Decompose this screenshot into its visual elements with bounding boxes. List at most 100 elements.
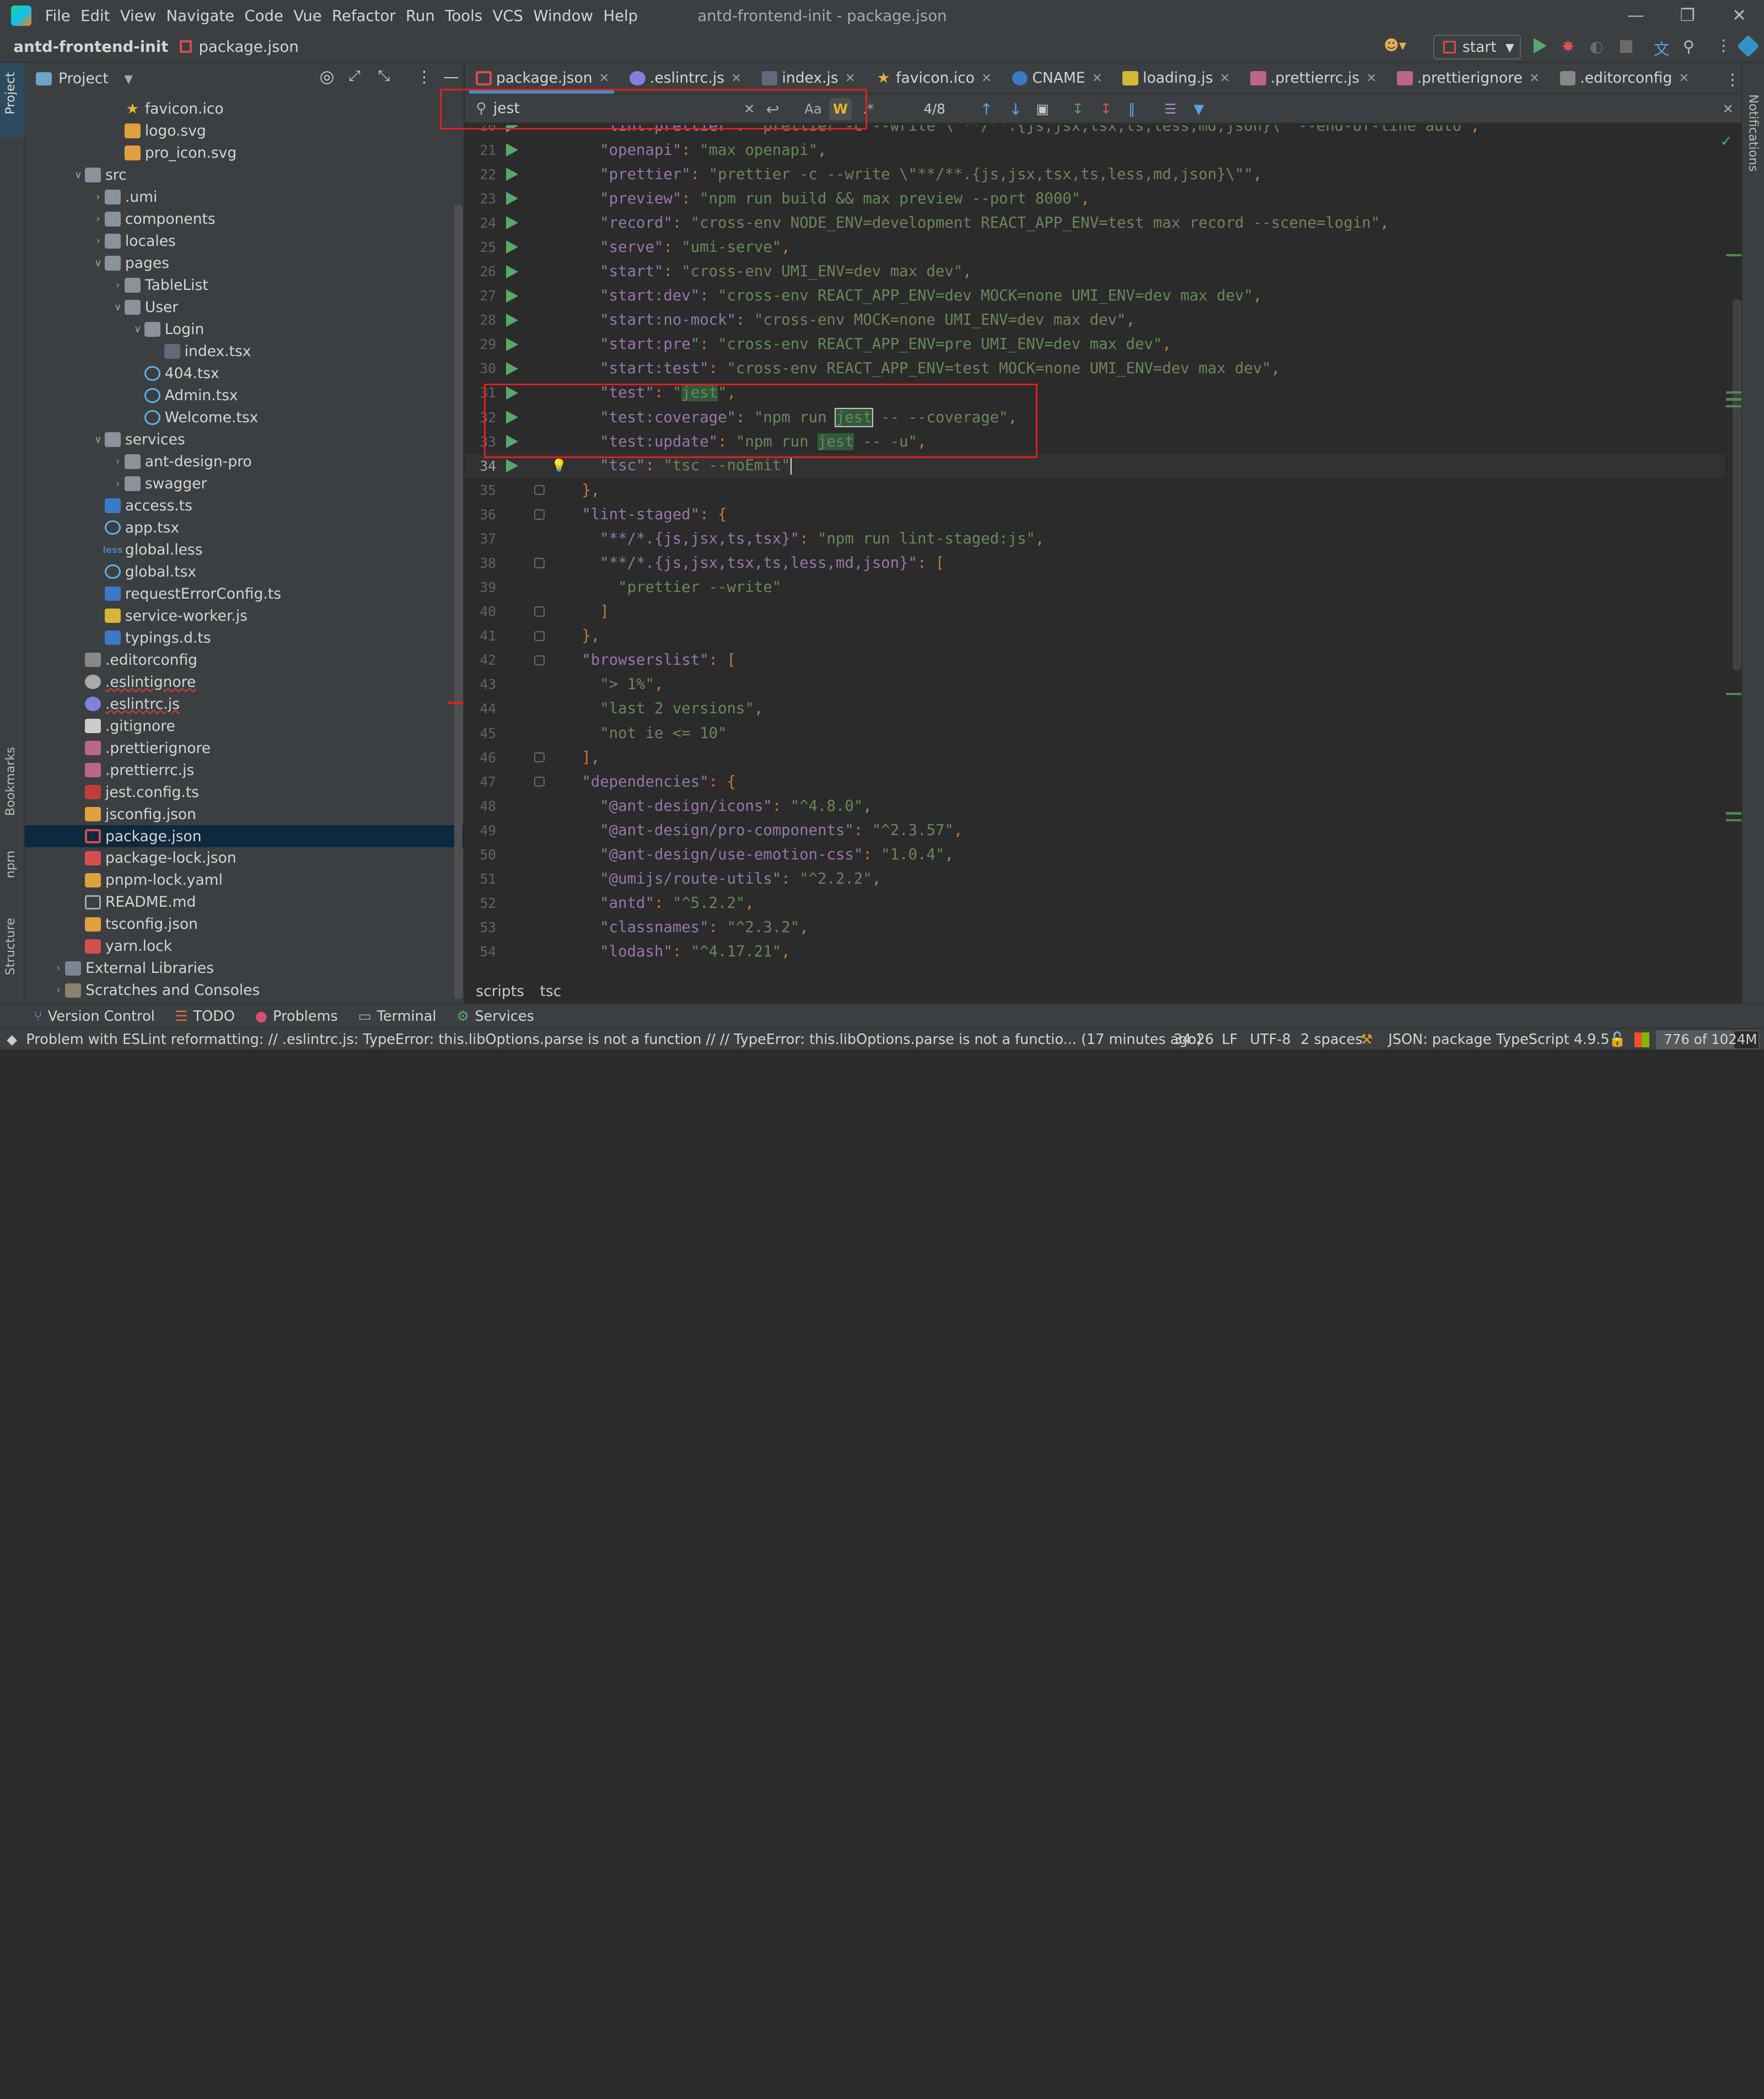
code-line[interactable]: 50 "@ant-design/use-emotion-css": "1.0.4… <box>465 843 1725 867</box>
match-marker[interactable] <box>1725 693 1742 696</box>
code-line[interactable]: 38 "**/*.{js,jsx,tsx,ts,less,md,json}": … <box>465 551 1725 575</box>
code-line[interactable]: 51 "@umijs/route-utils": "^2.2.2", <box>465 867 1725 891</box>
tree-item[interactable]: .prettierrc.js <box>25 759 464 781</box>
hide-panel-icon[interactable]: — <box>443 67 459 86</box>
minimize-icon[interactable]: — <box>1610 0 1661 31</box>
fold-marker-icon[interactable] <box>534 752 545 763</box>
debug-icon[interactable]: ✸ <box>1562 37 1575 56</box>
collapse-all-icon[interactable]: ⤡ <box>378 67 390 85</box>
menu-item-code[interactable]: Code <box>244 7 283 25</box>
add-selection-icon[interactable]: ↧ <box>1072 98 1084 121</box>
tree-item[interactable]: pro_icon.svg <box>25 142 464 164</box>
notifications-tool-button[interactable]: Notifications <box>1746 94 1760 171</box>
tabs-options-icon[interactable]: ⋮ <box>1725 70 1741 89</box>
code-line[interactable]: 24 "record": "cross-env NODE_ENV=develop… <box>465 211 1725 235</box>
code-line[interactable]: 47 "dependencies": { <box>465 769 1725 794</box>
code-line[interactable]: 36 "lint-staged": { <box>465 502 1725 526</box>
tab-prettierrc-js[interactable]: .prettierrc.js ✕ <box>1239 62 1386 94</box>
breadcrumb-file[interactable]: package.json <box>198 38 298 56</box>
chevron-right-icon[interactable]: › <box>52 984 65 996</box>
chevron-right-icon[interactable]: › <box>52 962 65 974</box>
tree-item[interactable]: 404.tsx <box>25 362 464 384</box>
tree-item[interactable]: .editorconfig <box>25 649 464 671</box>
run-script-icon[interactable] <box>506 337 518 351</box>
previous-occurrence-icon[interactable]: ↑ <box>980 98 993 121</box>
tool-window-todo[interactable]: ☰ TODO <box>175 1008 235 1025</box>
close-tab-icon[interactable]: ✕ <box>981 71 992 85</box>
project-tool-button[interactable]: Project <box>3 72 18 115</box>
memory-indicator[interactable]: 776 of 1024M <box>1656 1030 1760 1050</box>
code-with-me-icon[interactable] <box>1737 35 1760 57</box>
code-line[interactable]: 43 "> 1%", <box>465 672 1725 697</box>
match-marker[interactable] <box>1725 819 1742 821</box>
tree-item[interactable]: .gitignore <box>25 715 464 737</box>
tree-item[interactable]: ∨ services <box>25 428 464 450</box>
fold-marker-icon[interactable] <box>534 606 545 617</box>
match-marker[interactable] <box>1725 391 1742 394</box>
chevron-down-icon[interactable]: ∨ <box>72 169 85 181</box>
menu-item-navigate[interactable]: Navigate <box>166 7 235 25</box>
tree-item[interactable]: app.tsx <box>25 516 464 539</box>
code-view[interactable]: 20 "lint:prettier": "prettier -c --write… <box>464 125 1725 977</box>
code-line[interactable]: 26 "start": "cross-env UMI_ENV=dev max d… <box>465 260 1725 284</box>
profile-icon[interactable]: ◐ <box>1590 37 1604 56</box>
tool-window-problems[interactable]: ● Problems <box>255 1008 338 1025</box>
menu-item-vue[interactable]: Vue <box>293 7 321 25</box>
tree-item[interactable]: › swagger <box>25 472 464 494</box>
line-separator[interactable]: LF <box>1222 1031 1238 1048</box>
menu-item-tools[interactable]: Tools <box>445 7 482 25</box>
run-script-icon[interactable] <box>506 168 518 181</box>
code-line[interactable]: 35 }, <box>465 478 1725 502</box>
expand-all-icon[interactable]: ⤢ <box>349 67 361 85</box>
close-tab-icon[interactable]: ✕ <box>731 71 741 85</box>
tab-loading-js[interactable]: loading.js ✕ <box>1111 62 1239 94</box>
close-tab-icon[interactable]: ✕ <box>1529 71 1540 85</box>
code-line[interactable]: 52 "antd": "^5.2.2", <box>465 891 1725 916</box>
chevron-down-icon[interactable]: ∨ <box>92 434 105 445</box>
tree-item[interactable]: › Scratches and Consoles <box>25 979 464 1002</box>
chevron-down-icon[interactable]: ∨ <box>111 302 125 313</box>
fold-marker-icon[interactable] <box>534 558 545 568</box>
close-tab-icon[interactable]: ✕ <box>599 71 610 85</box>
tree-item[interactable]: typings.d.ts <box>25 627 464 649</box>
tree-item[interactable]: global.tsx <box>25 561 464 583</box>
fold-marker-icon[interactable] <box>534 631 545 641</box>
close-tab-icon[interactable]: ✕ <box>1092 71 1102 85</box>
tab-cname[interactable]: CNAME ✕ <box>1001 62 1111 94</box>
tree-item[interactable]: › TableList <box>25 274 464 296</box>
match-marker[interactable] <box>1725 812 1742 815</box>
run-script-icon[interactable] <box>506 313 518 327</box>
tree-item[interactable]: access.ts <box>25 494 464 516</box>
code-line[interactable]: 25 "serve": "umi-serve", <box>465 235 1725 260</box>
breadcrumb-project[interactable]: antd-frontend-init <box>13 38 168 56</box>
options-icon[interactable]: ⋮ <box>416 67 432 86</box>
tree-item[interactable]: jsconfig.json <box>25 803 464 825</box>
tree-item[interactable]: › .umi <box>25 186 464 208</box>
lock-icon[interactable]: 🔓 <box>1609 1031 1626 1048</box>
editor-breadcrumb-tsc[interactable]: tsc <box>540 983 562 1000</box>
code-line[interactable]: 45 "not ie <= 10" <box>465 721 1725 745</box>
tab-favicon-ico[interactable]: ★ favicon.ico ✕ <box>864 62 1001 94</box>
code-line[interactable]: 49 "@ant-design/pro-components": "^2.3.5… <box>465 818 1725 842</box>
code-line[interactable]: 48 "@ant-design/icons": "^4.8.0", <box>465 794 1725 818</box>
indent-setting[interactable]: 2 spaces <box>1300 1031 1362 1048</box>
chevron-down-icon[interactable]: ∨ <box>92 257 105 269</box>
close-tab-icon[interactable]: ✕ <box>1220 71 1230 85</box>
tree-item[interactable]: pnpm-lock.yaml <box>25 869 464 891</box>
tree-item[interactable]: jest.config.ts <box>25 781 464 803</box>
close-find-icon[interactable]: ✕ <box>1722 98 1734 121</box>
menu-item-help[interactable]: Help <box>603 7 638 25</box>
code-line[interactable]: 54 "lodash": "^4.17.21", <box>465 940 1725 964</box>
chevron-right-icon[interactable]: › <box>92 235 105 247</box>
run-script-icon[interactable] <box>506 289 518 303</box>
menu-item-window[interactable]: Window <box>533 7 593 25</box>
remove-selection-icon[interactable]: ↧ <box>1100 98 1112 121</box>
tree-item[interactable]: ∨ pages <box>25 252 464 274</box>
tab-editorconfig[interactable]: .editorconfig ✕ <box>1548 62 1698 94</box>
tree-item[interactable]: › ant-design-pro <box>25 450 464 472</box>
editor-scroll-thumb[interactable] <box>1732 299 1742 671</box>
run-script-icon[interactable] <box>506 362 518 375</box>
match-marker[interactable] <box>1725 405 1742 407</box>
tree-item[interactable]: ∨ Login <box>25 318 464 340</box>
run-configuration-select[interactable]: start ▼ <box>1433 35 1521 60</box>
